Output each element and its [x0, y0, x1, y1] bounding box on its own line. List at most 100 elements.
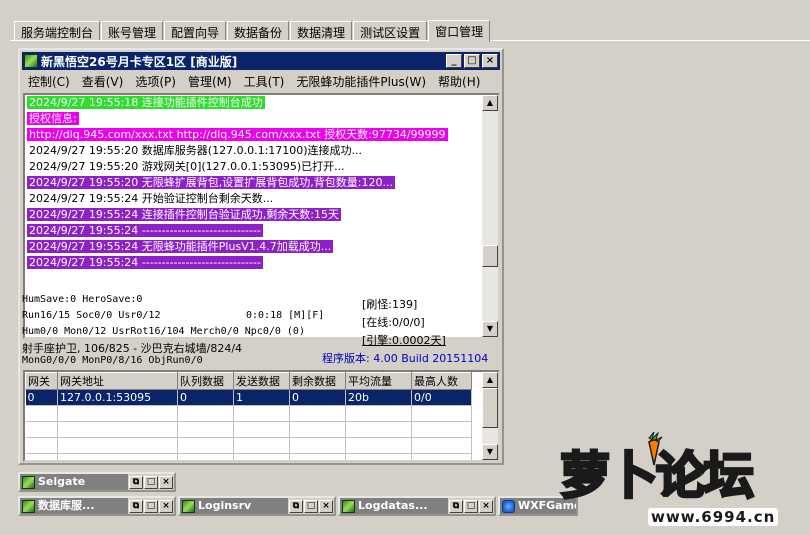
- restore-icon[interactable]: ⧉: [129, 475, 143, 489]
- maximize-icon[interactable]: □: [464, 499, 478, 513]
- close-icon[interactable]: ×: [159, 475, 173, 489]
- table-row-empty: [25, 405, 472, 422]
- table-scroll-up-icon[interactable]: ▲: [482, 372, 498, 388]
- log-line-text: 2024/9/27 19:55:24 无限蜂功能插件PlusV1.4.7加载成功…: [27, 240, 334, 253]
- tab-server-console[interactable]: 服务端控制台: [14, 21, 101, 41]
- refresh-count: [刷怪:139]: [362, 298, 418, 311]
- maximize-icon[interactable]: □: [144, 475, 158, 489]
- table-header[interactable]: 网关: [25, 372, 58, 390]
- log-line-text: 2024/9/27 19:55:24 ---------------------…: [27, 256, 263, 269]
- table-cell-empty: [177, 437, 234, 454]
- table-header[interactable]: 发送数据: [233, 372, 290, 390]
- menu-plugin[interactable]: 无限蜂功能插件Plus(W): [290, 73, 432, 90]
- close-button[interactable]: ×: [482, 54, 498, 68]
- table-scroll-down-icon[interactable]: ▼: [482, 444, 498, 460]
- table-row-empty: [25, 421, 472, 438]
- close-icon[interactable]: ×: [479, 499, 493, 513]
- log-line-text: 授权信息:: [27, 112, 79, 125]
- table-cell-empty: [177, 405, 234, 422]
- restore-icon[interactable]: ⧉: [449, 499, 463, 513]
- log-line-text: 2024/9/27 19:55:18 连接功能插件控制台成功: [27, 96, 265, 109]
- table-header[interactable]: 网关地址: [57, 372, 178, 390]
- table-cell-empty: [289, 421, 346, 438]
- log-scrollbar[interactable]: ▲ ▼: [482, 95, 498, 337]
- log-line-text: 2024/9/27 19:55:20 数据库服务器(127.0.0.1:1710…: [29, 144, 363, 157]
- window-titlebar[interactable]: 新黑悟空26号月卡专区1区 [商业版] _ □ ×: [22, 52, 500, 70]
- table-cell: 0: [25, 389, 58, 406]
- close-icon[interactable]: ×: [159, 499, 173, 513]
- scroll-thumb[interactable]: [482, 245, 498, 267]
- table-cell-empty: [233, 453, 290, 460]
- table-cell: 127.0.0.1:53095: [57, 389, 178, 406]
- tab-test-zone-settings[interactable]: 测试区设置: [353, 21, 428, 41]
- table-header[interactable]: 队列数据: [177, 372, 234, 390]
- maximize-icon[interactable]: □: [304, 499, 318, 513]
- status-monster: 射手座护卫, 106/825 - 沙巴克右城墙/824/4: [22, 342, 243, 355]
- table-row-empty: [25, 437, 472, 454]
- minimized-loginsrv[interactable]: Loginsrv ⧉ □ ×: [178, 496, 336, 516]
- table-cell-empty: [411, 453, 472, 460]
- window-title: 新黑悟空26号月卡专区1区 [商业版]: [41, 54, 238, 69]
- close-icon[interactable]: ×: [319, 499, 333, 513]
- table-cell-empty: [177, 421, 234, 438]
- scroll-down-icon[interactable]: ▼: [482, 321, 498, 337]
- tab-window-management[interactable]: 窗口管理: [428, 20, 491, 42]
- status-save: HumSave:0 HeroSave:0: [22, 294, 143, 305]
- tab-config-wizard[interactable]: 配置向导: [164, 21, 227, 41]
- minimized-title: Loginsrv: [198, 499, 252, 512]
- minimized-logdataserver[interactable]: Logdatas... ⧉ □ ×: [338, 496, 496, 516]
- table-cell: 1: [233, 389, 290, 406]
- table-cell-empty: [57, 453, 178, 460]
- table-cell-empty: [345, 421, 412, 438]
- log-line: http://dlq.945.com/xxx.txt http://dlq.94…: [27, 127, 483, 143]
- table-header[interactable]: 剩余数据: [289, 372, 346, 390]
- program-version: 程序版本: 4.00 Build 20151104: [322, 352, 489, 365]
- table-cell-empty: [411, 405, 472, 422]
- maximize-icon[interactable]: □: [144, 499, 158, 513]
- table-header[interactable]: 最高人数: [411, 372, 472, 390]
- minimized-selgate[interactable]: Selgate ⧉ □ ×: [18, 472, 176, 492]
- minimized-title: Selgate: [38, 475, 86, 488]
- app-icon: [24, 54, 38, 68]
- table-cell-empty: [233, 405, 290, 422]
- menu-help[interactable]: 帮助(H): [432, 73, 486, 90]
- minimized-dbserver[interactable]: 数据库服... ⧉ □ ×: [18, 496, 176, 516]
- menu-manage[interactable]: 管理(M): [182, 73, 238, 90]
- engine-days: [引擎:0.0002天]: [362, 334, 446, 347]
- table-cell-empty: [25, 421, 58, 438]
- wxfgame-icon: [502, 499, 515, 513]
- table-scrollbar[interactable]: ▲ ▼: [482, 372, 498, 460]
- menu-tools[interactable]: 工具(T): [238, 73, 291, 90]
- main-tabs: 服务端控制台 账号管理 配置向导 数据备份 数据清理 测试区设置 窗口管理: [14, 20, 491, 42]
- table-scroll-thumb[interactable]: [482, 388, 498, 428]
- menu-options[interactable]: 选项(P): [129, 73, 182, 90]
- table-cell-empty: [233, 421, 290, 438]
- logo-url: www.6994.cn: [648, 508, 779, 526]
- maximize-button[interactable]: □: [464, 54, 480, 68]
- table-cell-empty: [345, 437, 412, 454]
- restore-icon[interactable]: ⧉: [289, 499, 303, 513]
- minimize-button[interactable]: _: [446, 54, 462, 68]
- log-line: 2024/9/27 19:55:20 游戏网关[0](127.0.0.1:530…: [27, 159, 483, 175]
- table-cell: 0: [177, 389, 234, 406]
- menu-control[interactable]: 控制(C): [22, 73, 76, 90]
- log-line-text: 2024/9/27 19:55:20 无限蜂扩展背包,设置扩展背包成功,背包数量…: [27, 176, 395, 189]
- table-cell-empty: [233, 437, 290, 454]
- table-cell-empty: [25, 437, 58, 454]
- tab-data-cleanup[interactable]: 数据清理: [290, 21, 353, 41]
- logo-text: 萝卜论坛: [559, 446, 756, 507]
- table-row[interactable]: 0 127.0.0.1:53095 0 1 0 20b 0/0: [25, 389, 472, 406]
- table-cell-empty: [289, 453, 346, 460]
- log-line: 授权信息:: [27, 111, 483, 127]
- menu-view[interactable]: 查看(V): [76, 73, 130, 90]
- tab-account-management[interactable]: 账号管理: [101, 21, 164, 41]
- gateway-table[interactable]: 网关 网关地址 队列数据 发送数据 剩余数据 平均流量 最高人数 0 127.0.0.1:53…: [23, 370, 500, 462]
- m2server-window: 新黑悟空26号月卡专区1区 [商业版] _ □ × 控制(C) 查看(V) 选项…: [18, 48, 504, 465]
- tab-data-backup[interactable]: 数据备份: [227, 21, 290, 41]
- restore-icon[interactable]: ⧉: [129, 499, 143, 513]
- table-header[interactable]: 平均流量: [345, 372, 412, 390]
- log-line: 2024/9/27 19:55:18 连接功能插件控制台成功: [27, 95, 483, 111]
- log-line: 2024/9/27 19:55:24 ---------------------…: [27, 223, 483, 239]
- log-line: 2024/9/27 19:55:20 无限蜂扩展背包,设置扩展背包成功,背包数量…: [27, 175, 483, 191]
- scroll-up-icon[interactable]: ▲: [482, 95, 498, 111]
